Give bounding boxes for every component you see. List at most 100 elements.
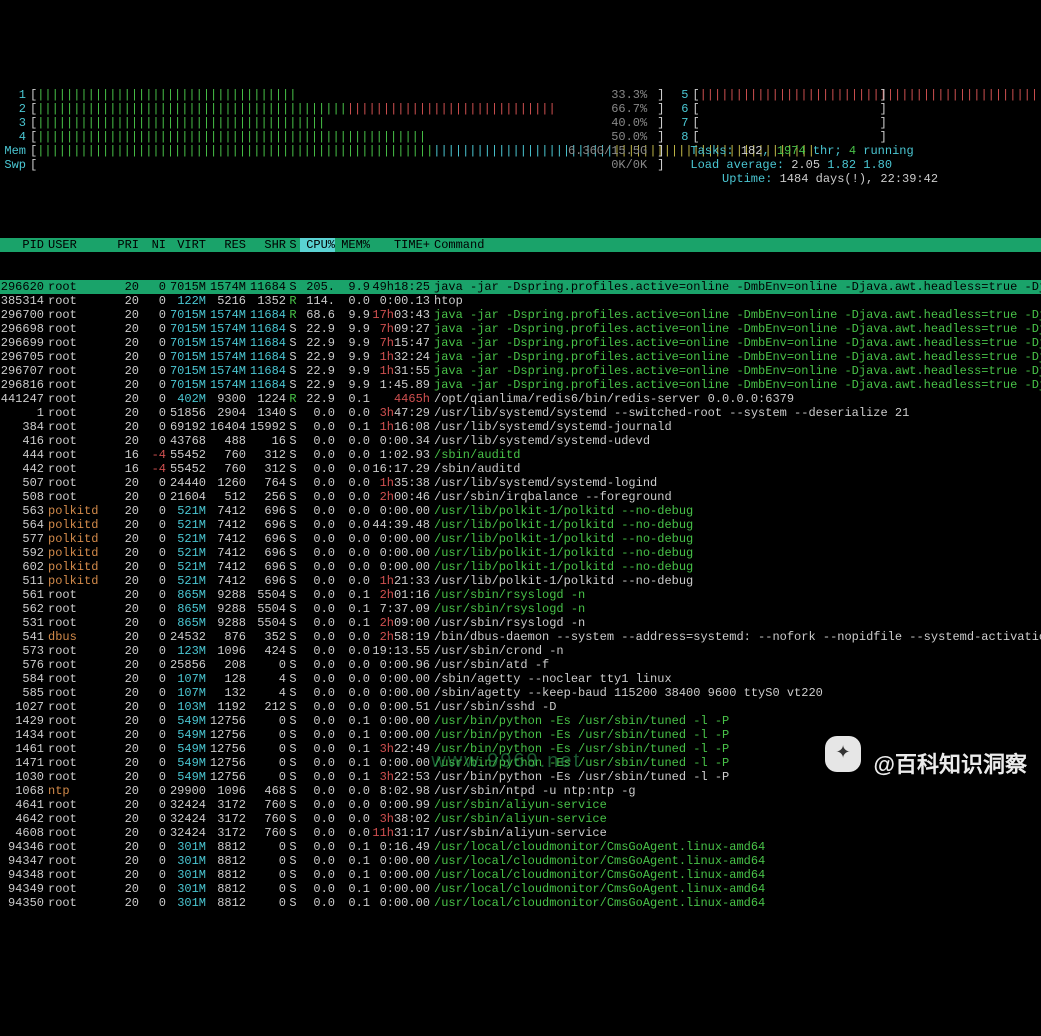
- cell-state: S: [286, 798, 300, 812]
- process-row[interactable]: 441247root200402M93001224R22.90.14465h/o…: [0, 392, 1041, 406]
- cell-time: 0:00.00: [370, 756, 434, 770]
- process-row[interactable]: 4608root200324243172760S0.00.011h31:17/u…: [0, 826, 1041, 840]
- cell-state: S: [286, 406, 300, 420]
- process-row[interactable]: 94347root200301M88120S0.00.10:00.00/usr/…: [0, 854, 1041, 868]
- cell-time: 7h09:27: [370, 322, 434, 336]
- process-row[interactable]: 416root2004376848816S0.00.00:00.34/usr/l…: [0, 434, 1041, 448]
- process-row[interactable]: 1root2005185629041340S0.00.03h47:29/usr/…: [0, 406, 1041, 420]
- cell-state: R: [286, 294, 300, 308]
- process-row[interactable]: 576root200258562080S0.00.00:00.96/usr/sb…: [0, 658, 1041, 672]
- cell-shr: 0: [246, 770, 286, 784]
- cell-shr: 11684: [246, 336, 286, 350]
- cell-shr: 11684: [246, 280, 286, 294]
- process-row[interactable]: 564polkitd200521M7412696S0.00.044:39.48/…: [0, 518, 1041, 532]
- col-shr[interactable]: SHR: [246, 238, 286, 252]
- cell-pid: 296698: [0, 322, 44, 336]
- cell-pid: 4608: [0, 826, 44, 840]
- process-row[interactable]: 296705root2007015M1574M11684S22.99.91h32…: [0, 350, 1041, 364]
- cell-shr: 15992: [246, 420, 286, 434]
- cell-ni: 0: [139, 784, 166, 798]
- process-row[interactable]: 585root200107M1324S0.00.00:00.00/sbin/ag…: [0, 686, 1041, 700]
- process-row[interactable]: 94348root200301M88120S0.00.10:00.00/usr/…: [0, 868, 1041, 882]
- cell-state: S: [286, 658, 300, 672]
- col-s[interactable]: S: [286, 238, 300, 252]
- cell-user: root: [44, 364, 104, 378]
- col-pid[interactable]: PID: [0, 238, 44, 252]
- process-row[interactable]: 531root200865M92885504S0.00.12h09:00/usr…: [0, 616, 1041, 630]
- process-row[interactable]: 562root200865M92885504S0.00.17:37.09/usr…: [0, 602, 1041, 616]
- cell-command: /usr/local/cloudmonitor/CmsGoAgent.linux…: [434, 882, 1041, 896]
- process-row[interactable]: 1068ntp200299001096468S0.00.08:02.98/usr…: [0, 784, 1041, 798]
- cell-pid: 584: [0, 672, 44, 686]
- cell-user: root: [44, 434, 104, 448]
- cell-pri: 20: [104, 420, 139, 434]
- process-row[interactable]: 385314root200122M52161352R114.0.00:00.13…: [0, 294, 1041, 308]
- col-cmd[interactable]: Command: [434, 238, 1041, 252]
- process-row[interactable]: 1434root200549M127560S0.00.10:00.00/usr/…: [0, 728, 1041, 742]
- col-user[interactable]: USER: [44, 238, 104, 252]
- process-row[interactable]: 94350root200301M88120S0.00.10:00.00/usr/…: [0, 896, 1041, 910]
- process-row[interactable]: 296707root2007015M1574M11684S22.99.91h31…: [0, 364, 1041, 378]
- cell-time: 0:00.00: [370, 896, 434, 910]
- cell-cpu: 22.9: [300, 378, 335, 392]
- process-row[interactable]: 511polkitd200521M7412696S0.00.01h21:33/u…: [0, 574, 1041, 588]
- cell-state: S: [286, 336, 300, 350]
- cell-shr: 11684: [246, 322, 286, 336]
- process-row[interactable]: 541dbus20024532876352S0.00.02h58:19/bin/…: [0, 630, 1041, 644]
- cell-mem: 0.0: [335, 294, 370, 308]
- cell-time: 3h47:29: [370, 406, 434, 420]
- col-ni[interactable]: NI: [139, 238, 166, 252]
- cell-mem: 0.0: [335, 630, 370, 644]
- process-row[interactable]: 1429root200549M127560S0.00.10:00.00/usr/…: [0, 714, 1041, 728]
- cell-ni: 0: [139, 630, 166, 644]
- process-row[interactable]: 384root200691921640415992S0.00.11h16:08/…: [0, 420, 1041, 434]
- process-row[interactable]: 561root200865M92885504S0.00.12h01:16/usr…: [0, 588, 1041, 602]
- col-time[interactable]: TIME+: [370, 238, 434, 252]
- cell-shr: 0: [246, 840, 286, 854]
- cell-ni: 0: [139, 546, 166, 560]
- process-row[interactable]: 444root16-455452760312S0.00.01:02.93/sbi…: [0, 448, 1041, 462]
- col-mem[interactable]: MEM%: [335, 238, 370, 252]
- process-row[interactable]: 296700root2007015M1574M11684R68.69.917h0…: [0, 308, 1041, 322]
- cell-time: 0:00.00: [370, 868, 434, 882]
- process-row[interactable]: 1027root200103M1192212S0.00.00:00.51/usr…: [0, 700, 1041, 714]
- process-row[interactable]: 602polkitd200521M7412696S0.00.00:00.00/u…: [0, 560, 1041, 574]
- process-row[interactable]: 4641root200324243172760S0.00.00:00.99/us…: [0, 798, 1041, 812]
- process-row[interactable]: 584root200107M1284S0.00.00:00.00/sbin/ag…: [0, 672, 1041, 686]
- cell-virt: 402M: [166, 392, 206, 406]
- cell-mem: 0.1: [335, 840, 370, 854]
- col-virt[interactable]: VIRT: [166, 238, 206, 252]
- process-row[interactable]: 563polkitd200521M7412696S0.00.00:00.00/u…: [0, 504, 1041, 518]
- column-header[interactable]: PID USER PRI NI VIRT RES SHR S CPU% MEM%…: [0, 238, 1041, 252]
- process-row[interactable]: 296698root2007015M1574M11684S22.99.97h09…: [0, 322, 1041, 336]
- col-res[interactable]: RES: [206, 238, 246, 252]
- cell-time: 8:02.98: [370, 784, 434, 798]
- process-row[interactable]: 592polkitd200521M7412696S0.00.00:00.00/u…: [0, 546, 1041, 560]
- cell-res: 9300: [206, 392, 246, 406]
- process-row[interactable]: 94346root200301M88120S0.00.10:16.49/usr/…: [0, 840, 1041, 854]
- process-row[interactable]: 508root20021604512256S0.00.02h00:46/usr/…: [0, 490, 1041, 504]
- process-row[interactable]: 507root200244401260764S0.00.01h35:38/usr…: [0, 476, 1041, 490]
- cell-command: /usr/lib/polkit-1/polkitd --no-debug: [434, 532, 1041, 546]
- process-row[interactable]: 296620root2007015M1574M11684S205.9.949h1…: [0, 280, 1041, 294]
- cell-pid: 511: [0, 574, 44, 588]
- process-row[interactable]: 94349root200301M88120S0.00.10:00.00/usr/…: [0, 882, 1041, 896]
- cell-user: root: [44, 658, 104, 672]
- cell-mem: 0.0: [335, 560, 370, 574]
- process-row[interactable]: 296699root2007015M1574M11684S22.99.97h15…: [0, 336, 1041, 350]
- cell-cpu: 22.9: [300, 336, 335, 350]
- cell-cpu: 0.0: [300, 574, 335, 588]
- col-cpu[interactable]: CPU%: [300, 238, 335, 252]
- col-pri[interactable]: PRI: [104, 238, 139, 252]
- process-list[interactable]: 296620root2007015M1574M11684S205.9.949h1…: [0, 280, 1041, 910]
- cell-ni: 0: [139, 700, 166, 714]
- cell-command: /usr/sbin/ntpd -u ntp:ntp -g: [434, 784, 1041, 798]
- cell-pid: 563: [0, 504, 44, 518]
- process-row[interactable]: 577polkitd200521M7412696S0.00.00:00.00/u…: [0, 532, 1041, 546]
- process-row[interactable]: 442root16-455452760312S0.00.016:17.29/sb…: [0, 462, 1041, 476]
- cell-pid: 94349: [0, 882, 44, 896]
- process-row[interactable]: 4642root200324243172760S0.00.03h38:02/us…: [0, 812, 1041, 826]
- cell-state: S: [286, 546, 300, 560]
- process-row[interactable]: 573root200123M1096424S0.00.019:13.55/usr…: [0, 644, 1041, 658]
- process-row[interactable]: 296816root2007015M1574M11684S22.99.91:45…: [0, 378, 1041, 392]
